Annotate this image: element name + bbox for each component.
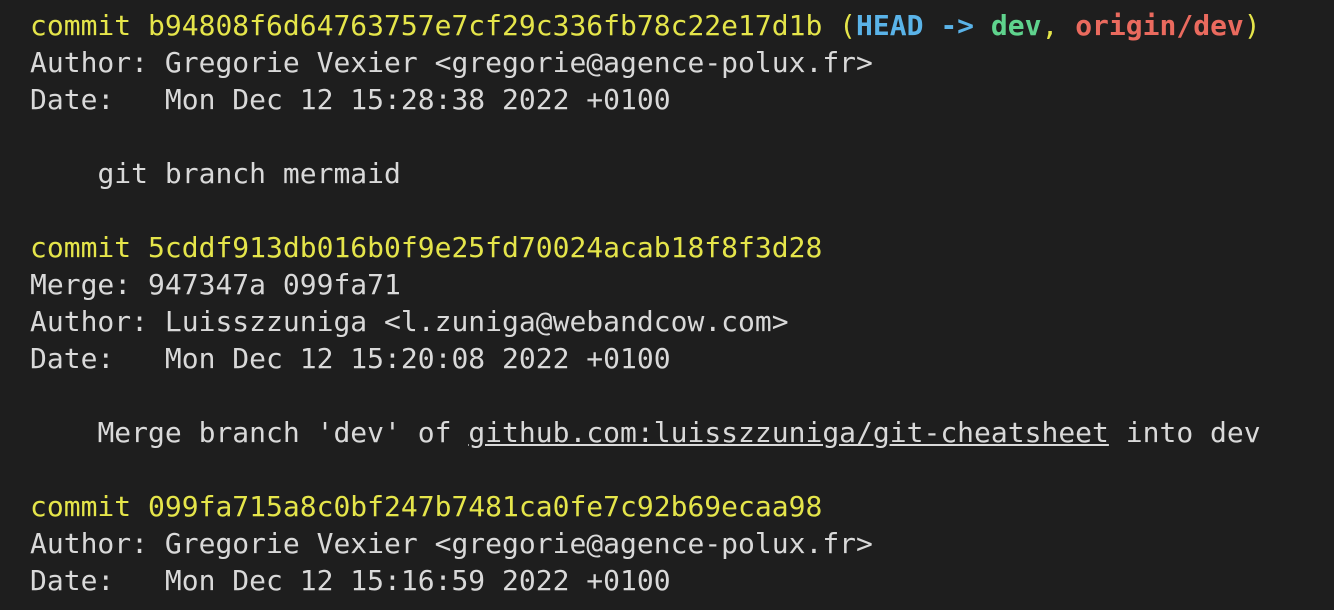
- date-label: Date:: [30, 342, 115, 375]
- merge-parents: 947347a 099fa71: [148, 268, 401, 301]
- commit-keyword: commit: [30, 490, 132, 523]
- date-line: Date: Mon Dec 12 15:20:08 2022 +0100: [30, 341, 671, 377]
- date-line: Date: Mon Dec 12 15:16:59 2022 +0100: [30, 563, 671, 599]
- date-line: Date: Mon Dec 12 15:28:38 2022 +0100: [30, 82, 671, 118]
- author-value: Gregorie Vexier <gregorie@agence-polux.f…: [164, 46, 873, 79]
- author-line: Author: Luisszzuniga <l.zuniga@webandcow…: [30, 304, 789, 340]
- refs-close-paren: ): [1243, 9, 1261, 42]
- commit-message: Merge branch 'dev' of github.com:luisszz…: [30, 415, 1261, 451]
- commit-message-suffix: into dev: [1108, 416, 1261, 449]
- commit-message-text: Merge branch 'dev' of: [97, 416, 469, 449]
- commit-hash: b94808f6d64763757e7cf29c336fb78c22e17d1b: [148, 9, 823, 42]
- ref-arrow: ->: [940, 9, 975, 42]
- commit-keyword: commit: [30, 231, 132, 264]
- date-label: Date:: [30, 564, 115, 597]
- author-label: Author:: [30, 527, 149, 560]
- author-line: Author: Gregorie Vexier <gregorie@agence…: [30, 526, 873, 562]
- local-branch-ref: dev: [990, 9, 1042, 42]
- ref-separator: ,: [1041, 9, 1059, 42]
- date-value: Mon Dec 12 15:16:59 2022 +0100: [164, 564, 671, 597]
- merge-line: Merge: 947347a 099fa71: [30, 267, 401, 303]
- author-value: Luisszzuniga <l.zuniga@webandcow.com>: [164, 305, 789, 338]
- commit-hash: 5cddf913db016b0f9e25fd70024acab18f8f3d28: [148, 231, 823, 264]
- merge-label: Merge:: [30, 268, 132, 301]
- commit-hash: 099fa715a8c0bf247b7481ca0fe7c92b69ecaa98: [148, 490, 823, 523]
- remote-branch-ref: origin/dev: [1075, 9, 1244, 42]
- author-label: Author:: [30, 305, 149, 338]
- head-ref: HEAD: [856, 9, 924, 42]
- commit-line: commit 099fa715a8c0bf247b7481ca0fe7c92b6…: [30, 489, 822, 525]
- author-line: Author: Gregorie Vexier <gregorie@agence…: [30, 45, 873, 81]
- author-value: Gregorie Vexier <gregorie@agence-polux.f…: [164, 527, 873, 560]
- commit-message-text: git branch mermaid: [97, 157, 401, 190]
- commit-message: git branch mermaid: [30, 156, 401, 192]
- author-label: Author:: [30, 46, 149, 79]
- commit-line: commit 5cddf913db016b0f9e25fd70024acab18…: [30, 230, 822, 266]
- repo-link[interactable]: github.com:luisszzuniga/git-cheatsheet: [468, 416, 1109, 449]
- commit-line: commit b94808f6d64763757e7cf29c336fb78c2…: [30, 8, 1261, 44]
- date-label: Date:: [30, 83, 115, 116]
- date-value: Mon Dec 12 15:28:38 2022 +0100: [164, 83, 671, 116]
- date-value: Mon Dec 12 15:20:08 2022 +0100: [164, 342, 671, 375]
- refs-open-paren: (: [839, 9, 857, 42]
- terminal-output[interactable]: commit b94808f6d64763757e7cf29c336fb78c2…: [0, 0, 1334, 610]
- commit-keyword: commit: [30, 9, 132, 42]
